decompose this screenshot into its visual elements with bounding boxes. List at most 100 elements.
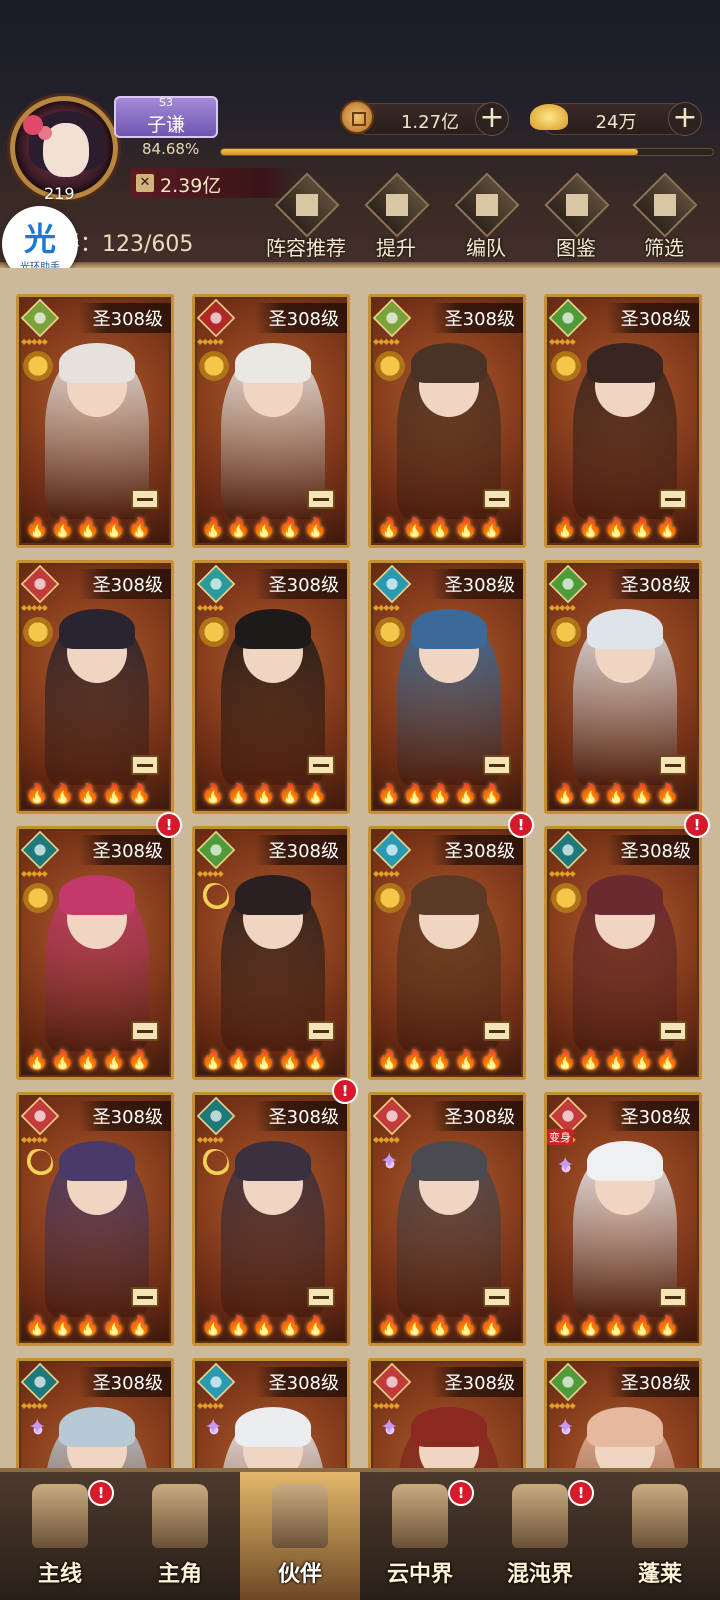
equipment-icon <box>659 755 687 775</box>
partner-card[interactable]: ◆◆◆◆◆变身圣308级🔥🔥🔥🔥🔥 <box>544 1092 702 1346</box>
sun-icon <box>551 351 581 381</box>
exp-percent: 84.68% <box>142 140 200 158</box>
alert-badge-icon: ! <box>448 1480 474 1506</box>
rank-diamonds-icon: ◆◆◆◆◆ <box>197 337 224 346</box>
formation-icon <box>454 172 520 238</box>
element-icon <box>372 1362 412 1402</box>
function-button-2[interactable]: 编队 <box>442 172 530 260</box>
function-button-0[interactable]: 阵容推荐 <box>262 172 350 260</box>
element-icon <box>196 564 236 604</box>
partner-card[interactable]: ◆◆◆◆◆圣308级🔥🔥🔥🔥🔥 <box>16 1358 174 1468</box>
partner-card[interactable]: ◆◆◆◆◆圣308级🔥🔥🔥🔥🔥 <box>192 294 350 548</box>
star-flames-icon: 🔥🔥🔥🔥🔥 <box>553 1315 682 1337</box>
combat-power-value: 2.39亿 <box>160 175 222 197</box>
element-icon <box>20 830 60 870</box>
sun-icon <box>23 617 53 647</box>
partner-card[interactable]: ◆◆◆◆◆圣308级🔥🔥🔥🔥🔥 <box>368 1358 526 1468</box>
element-icon <box>548 564 588 604</box>
element-icon <box>20 298 60 338</box>
nav-tab-5[interactable]: 蓬莱 <box>600 1472 720 1600</box>
alert-badge-icon: ! <box>156 812 182 838</box>
equipment-icon <box>307 489 335 509</box>
partner-card[interactable]: ◆◆◆◆◆圣308级🔥🔥🔥🔥🔥 <box>192 826 350 1080</box>
partner-card[interactable]: ◆◆◆◆◆圣308级🔥🔥🔥🔥🔥 <box>368 560 526 814</box>
partners-icon <box>272 1484 328 1548</box>
partner-card[interactable]: ◆◆◆◆◆圣308级🔥🔥🔥🔥🔥 <box>544 1358 702 1468</box>
star-flames-icon: 🔥🔥🔥🔥🔥 <box>201 1049 330 1071</box>
star-flames-icon: 🔥🔥🔥🔥🔥 <box>377 517 506 539</box>
rank-diamonds-icon: ◆◆◆◆◆ <box>373 337 400 346</box>
equipment-icon <box>483 1287 511 1307</box>
sun-icon <box>23 883 53 913</box>
equipment-icon <box>483 1021 511 1041</box>
partner-card[interactable]: ◆◆◆◆◆圣308级🔥🔥🔥🔥🔥 <box>192 1092 350 1346</box>
rank-diamonds-icon: ◆◆◆◆◆ <box>373 603 400 612</box>
equipment-icon <box>659 1287 687 1307</box>
sun-icon <box>199 617 229 647</box>
partner-card[interactable]: ◆◆◆◆◆圣308级🔥🔥🔥🔥🔥 <box>368 826 526 1080</box>
nav-tab-4[interactable]: 混沌界! <box>480 1472 600 1600</box>
star-flames-icon: 🔥🔥🔥🔥🔥 <box>553 1049 682 1071</box>
partner-level: 圣308级 <box>606 835 699 865</box>
player-name-plate[interactable]: S3 子谦 <box>114 96 218 138</box>
equipment-icon <box>307 1021 335 1041</box>
nav-tab-2[interactable]: 伙伴 <box>240 1472 360 1600</box>
add-ingots-button[interactable]: + <box>668 102 702 136</box>
lineup-recommend-icon <box>274 172 340 238</box>
player-name: 子谦 <box>146 114 185 136</box>
rank-diamonds-icon: ◆◆◆◆◆ <box>197 603 224 612</box>
element-icon <box>372 1096 412 1136</box>
sun-icon <box>375 617 405 647</box>
function-button-4[interactable]: 筛选 <box>620 172 708 260</box>
star-icon <box>375 1415 405 1445</box>
nav-tab-0[interactable]: 主线! <box>0 1472 120 1600</box>
element-icon <box>548 298 588 338</box>
function-button-1[interactable]: 提升 <box>352 172 440 260</box>
partner-level: 圣308级 <box>606 1101 699 1131</box>
nav-tab-3[interactable]: 云中界! <box>360 1472 480 1600</box>
partner-card[interactable]: ◆◆◆◆◆ 圣308级 🔥🔥🔥🔥🔥 <box>544 826 702 1080</box>
star-flames-icon: 🔥🔥🔥🔥🔥 <box>377 1315 506 1337</box>
add-coins-button[interactable]: + <box>475 102 509 136</box>
partner-card[interactable]: ◆◆◆◆◆圣308级🔥🔥🔥🔥🔥 <box>16 560 174 814</box>
star-flames-icon: 🔥🔥🔥🔥🔥 <box>25 517 154 539</box>
exp-bar <box>220 148 714 156</box>
function-button-3[interactable]: 图鉴 <box>532 172 620 260</box>
function-label: 筛选 <box>644 236 684 260</box>
element-icon <box>196 830 236 870</box>
partner-card[interactable]: ◆◆◆◆◆圣308级🔥🔥🔥🔥🔥 <box>544 560 702 814</box>
avatar-face <box>43 123 89 177</box>
partner-card[interactable]: ◆◆◆◆◆圣308级🔥🔥🔥🔥🔥 <box>192 560 350 814</box>
partner-level: 圣308级 <box>254 835 347 865</box>
rank-diamonds-icon: ◆◆◆◆◆ <box>373 1401 400 1410</box>
rank-diamonds-icon: ◆◆◆◆◆ <box>549 869 576 878</box>
rank-diamonds-icon: ◆◆◆◆◆ <box>197 1135 224 1144</box>
element-icon <box>372 830 412 870</box>
partner-face <box>411 1141 487 1215</box>
equipment-icon <box>307 755 335 775</box>
nav-tab-1[interactable]: 主角 <box>120 1472 240 1600</box>
rank-diamonds-icon: ◆◆◆◆◆ <box>373 1135 400 1144</box>
partner-card[interactable]: ◆◆◆◆◆圣308级🔥🔥🔥🔥🔥 <box>16 826 174 1080</box>
coin-value: 1.27亿 <box>400 112 460 133</box>
partner-card[interactable]: ◆◆◆◆◆圣308级🔥🔥🔥🔥🔥 <box>368 1092 526 1346</box>
rank-diamonds-icon: ◆◆◆◆◆ <box>197 1401 224 1410</box>
protagonist-icon <box>152 1484 208 1548</box>
penglai-icon <box>632 1484 688 1548</box>
star-flames-icon: 🔥🔥🔥🔥🔥 <box>201 1315 330 1337</box>
partner-level: 圣308级 <box>606 1367 699 1397</box>
star-flames-icon: 🔥🔥🔥🔥🔥 <box>25 1315 154 1337</box>
partner-grid[interactable]: ◆◆◆◆◆ 圣308级 🔥🔥🔥🔥🔥 ◆◆◆◆◆ 圣308级 🔥🔥🔥🔥🔥 ◆◆◆◆◆ 圣308级… <box>0 268 720 1468</box>
partner-face <box>235 343 311 417</box>
alert-badge-icon: ! <box>568 1480 594 1506</box>
partner-card[interactable]: ◆◆◆◆◆圣308级🔥🔥🔥🔥🔥 <box>544 294 702 548</box>
cloud-realm-icon <box>392 1484 448 1548</box>
sun-icon <box>23 351 53 381</box>
partner-card[interactable]: ◆◆◆◆◆圣308级🔥🔥🔥🔥🔥 <box>368 294 526 548</box>
partner-card[interactable]: ◆◆◆◆◆圣308级🔥🔥🔥🔥🔥 <box>16 294 174 548</box>
partner-card[interactable]: ◆◆◆◆◆圣308级🔥🔥🔥🔥🔥 <box>16 1092 174 1346</box>
alert-badge-icon: ! <box>508 812 534 838</box>
partner-face <box>59 875 135 949</box>
sun-icon <box>375 351 405 381</box>
partner-card[interactable]: ◆◆◆◆◆圣308级🔥🔥🔥🔥🔥 <box>192 1358 350 1468</box>
